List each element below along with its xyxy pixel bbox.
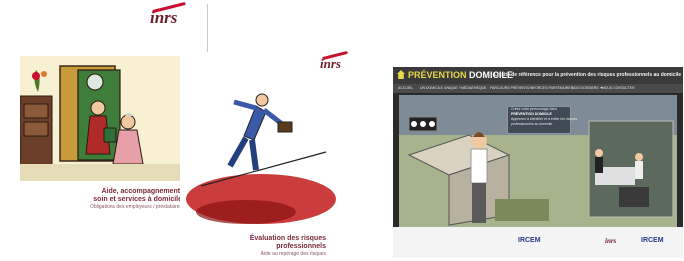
- nav-item-forces[interactable]: FORCES PARTENAIRES: [533, 86, 573, 90]
- nav-item-domicile[interactable]: UN DOMICILE UNIQUE ?: [420, 86, 460, 90]
- site-footer: IRCEM inrs IRCEM: [393, 227, 683, 258]
- prevention-domicile-site-screenshot: PRÉVENTION DOMICILE Le site de référence…: [393, 67, 683, 258]
- nav-item-dossiers[interactable]: NOS DOSSIERS ▼: [572, 86, 603, 90]
- brochure-home-care: Aide, accompagnement, soin et services à…: [20, 56, 185, 236]
- doc1-subtitle: Obligations des employeurs / prestataire…: [90, 204, 182, 210]
- site-nav-bar: ACCUEIL UN DOMICILE UNIQUE ? MÉDIATHÈQUE…: [393, 84, 683, 93]
- home-care-illustration: [20, 56, 180, 181]
- nav-item-mediatheque[interactable]: MÉDIATHÈQUE: [461, 86, 486, 90]
- site-title-prefix: PRÉVENTION: [408, 70, 467, 80]
- tightrope-illustration: [186, 93, 336, 224]
- doc2-subtitle: Aide au repérage des risques: [260, 251, 326, 257]
- doc2-title-line-2: professionnels: [276, 243, 326, 250]
- site-tagline: Le site de référence pour la prévention …: [494, 72, 682, 78]
- site-3d-scene: Créez votre personnage dans PRÉVENTION D…: [399, 95, 677, 227]
- footer-logo-ircem-1[interactable]: IRCEM: [518, 237, 541, 244]
- nav-item-contact[interactable]: NOUS CONTACTER: [602, 86, 635, 90]
- doc1-title-line-1: Aide, accompagnement,: [101, 188, 182, 195]
- nav-item-parcours[interactable]: PARCOURS PRÉVENTION: [490, 86, 533, 90]
- doc1-caption: Aide, accompagnement, soin et services à…: [60, 188, 182, 210]
- bubble-line-4: professionnels au domicile.: [511, 122, 554, 126]
- house-icon: [397, 70, 405, 79]
- site-header: PRÉVENTION DOMICILE Le site de référence…: [393, 67, 683, 84]
- brochure-risk-evaluation: inrs Évaluation des risques professionne…: [180, 50, 368, 257]
- character-bubble: Créez votre personnage dans PRÉVENTION D…: [507, 106, 577, 134]
- doc1-title-line-2: soin et services à domicile: [93, 196, 182, 203]
- inrs-logo-top: inrs: [150, 1, 186, 28]
- doc2-caption: Évaluation des risques professionnels Ai…: [220, 235, 326, 257]
- nav-item-accueil[interactable]: ACCUEIL: [398, 86, 413, 90]
- footer-logo-ircem-2[interactable]: IRCEM: [641, 237, 664, 244]
- inrs-logo-doc2: inrs: [320, 50, 348, 72]
- footer-logo-inrs[interactable]: inrs: [605, 237, 616, 245]
- divider-line: [207, 4, 208, 52]
- doc2-title-line-1: Évaluation des risques: [249, 235, 326, 242]
